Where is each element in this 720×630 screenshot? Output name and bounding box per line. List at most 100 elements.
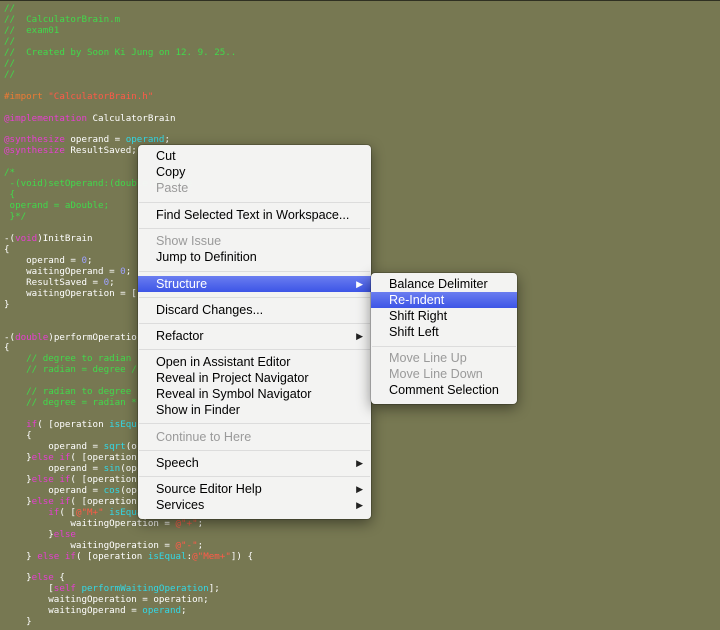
code-token: @"M+" <box>75 506 104 518</box>
code-token: ( [operation <box>70 473 137 485</box>
code-line[interactable]: operand = 0; <box>4 255 92 266</box>
submenu-item-re-indent[interactable]: Re-Indent <box>371 292 517 308</box>
menu-item-reveal-project-navigator[interactable]: Reveal in Project Navigator <box>138 370 371 386</box>
menu-item-show-in-finder[interactable]: Show in Finder <box>138 402 371 418</box>
code-line[interactable]: // degree = radian * <box>4 397 137 408</box>
code-token: // exam01 <box>4 24 60 36</box>
code-line[interactable]: }else if( [operation <box>4 496 137 507</box>
code-token: waitingOperation = <box>4 517 176 529</box>
code-token: waitingOperation = [ <box>4 287 137 299</box>
code-token: } <box>4 298 10 310</box>
code-token: ResultSaved; <box>64 145 137 157</box>
code-token: { <box>4 243 10 255</box>
code-line[interactable]: waitingOperand = 0; <box>4 266 131 277</box>
menu-separator <box>139 323 370 324</box>
code-token: if <box>26 419 38 431</box>
code-token: @synthesize <box>4 145 65 157</box>
code-line[interactable]: }else { <box>4 572 65 583</box>
code-line[interactable]: if( [operation isEqu <box>4 419 137 430</box>
code-line[interactable]: #import "CalculatorBrain.h" <box>4 91 153 102</box>
code-line[interactable]: // <box>4 58 15 69</box>
code-token: ( [ <box>59 506 76 518</box>
code-line[interactable]: operand = aDouble; <box>4 200 110 211</box>
menu-item-label: Copy <box>156 165 186 179</box>
menu-separator <box>139 423 370 424</box>
menu-item-label: Shift Left <box>389 325 439 339</box>
code-line[interactable]: /* <box>4 167 15 178</box>
submenu-item-comment-selection[interactable]: Comment Selection <box>371 382 517 398</box>
code-line[interactable]: } <box>4 616 32 627</box>
code-line[interactable]: }*/ <box>4 211 27 222</box>
code-line[interactable]: @synthesize operand = operand; <box>4 134 170 145</box>
code-line[interactable]: waitingOperation = @"+"; <box>4 518 203 529</box>
code-line[interactable]: // exam01 <box>4 25 59 36</box>
menu-item-label: Open in Assistant Editor <box>156 355 291 369</box>
menu-item-refactor[interactable]: Refactor ▶ <box>138 328 371 344</box>
menu-item-label: Move Line Down <box>389 367 483 381</box>
code-line[interactable]: @implementation CalculatorBrain <box>4 113 176 124</box>
code-token: // Created by Soon Ki Jung on 12. 9. 25.… <box>4 46 237 58</box>
menu-item-copy[interactable]: Copy <box>138 164 371 180</box>
code-line[interactable]: if( [@"M+" isEqua <box>4 507 142 518</box>
code-line[interactable]: // radian = degree / <box>4 364 137 375</box>
code-line[interactable]: { <box>4 430 32 441</box>
menu-item-discard-changes[interactable]: Discard Changes... <box>138 302 371 318</box>
submenu-item-balance-delimiter[interactable]: Balance Delimiter <box>371 276 517 292</box>
menu-item-find-selected-text[interactable]: Find Selected Text in Workspace... <box>138 207 371 223</box>
code-line[interactable]: }else if( [operation <box>4 452 137 463</box>
code-token: operand = <box>4 462 104 474</box>
code-line[interactable]: -(void)InitBrain <box>4 233 93 244</box>
code-line[interactable]: { <box>4 244 10 255</box>
code-token: performWaitingOperation <box>81 583 209 595</box>
code-line[interactable]: waitingOperand = operand; <box>4 605 186 616</box>
menu-item-jump-to-definition[interactable]: Jump to Definition <box>138 249 371 265</box>
code-line[interactable]: }else <box>4 529 76 540</box>
code-line[interactable]: { <box>4 342 10 353</box>
code-line[interactable]: operand = sqrt(o <box>4 441 137 452</box>
code-line[interactable]: -(double)performOperatio <box>4 332 137 343</box>
code-token: void <box>15 232 38 244</box>
code-line[interactable]: } else if( [operation isEqual:@"Mem+"]) … <box>4 551 253 562</box>
code-line[interactable]: // CalculatorBrain.m <box>4 14 120 25</box>
code-line[interactable]: operand = cos(op <box>4 485 137 496</box>
code-line[interactable]: @synthesize ResultSaved; <box>4 145 137 156</box>
code-token: ; <box>197 517 204 529</box>
code-line[interactable]: // Created by Soon Ki Jung on 12. 9. 25.… <box>4 47 236 58</box>
code-line[interactable]: operand = sin(op <box>4 463 137 474</box>
code-token: operand = <box>64 134 126 146</box>
code-line[interactable]: waitingOperation = @"-"; <box>4 540 203 551</box>
code-line[interactable]: waitingOperation = operation; <box>4 594 208 605</box>
code-token: else <box>53 528 76 540</box>
code-token: operand = <box>4 441 104 452</box>
menu-item-paste: Paste <box>138 180 371 196</box>
code-token: )performOperatio <box>48 331 137 343</box>
menu-item-structure[interactable]: Structure ▶ <box>138 276 371 292</box>
menu-item-label: Refactor <box>156 329 204 343</box>
submenu-arrow-icon: ▶ <box>356 458 363 468</box>
code-token: sin <box>103 462 121 474</box>
menu-item-cut[interactable]: Cut <box>138 148 371 164</box>
submenu-item-shift-right[interactable]: Shift Right <box>371 308 517 324</box>
code-line[interactable]: // <box>4 36 15 47</box>
code-line[interactable]: // degree to radian <box>4 353 131 364</box>
code-token: // <box>4 35 16 47</box>
submenu-item-shift-left[interactable]: Shift Left <box>371 324 517 340</box>
menu-item-source-editor-help[interactable]: Source Editor Help ▶ <box>138 481 371 497</box>
code-line[interactable]: ResultSaved = 0; <box>4 277 115 288</box>
code-line[interactable]: // <box>4 69 15 80</box>
menu-item-speech[interactable]: Speech ▶ <box>138 455 371 471</box>
code-line[interactable]: // <box>4 3 15 14</box>
code-line[interactable]: }else if( [operation <box>4 474 137 485</box>
code-token: // radian = degree / <box>4 364 137 376</box>
menu-item-open-assistant-editor[interactable]: Open in Assistant Editor <box>138 354 371 370</box>
code-token: } <box>4 495 32 507</box>
code-line[interactable]: waitingOperation = [ <box>4 288 137 299</box>
menu-item-reveal-symbol-navigator[interactable]: Reveal in Symbol Navigator <box>138 386 371 402</box>
menu-item-services[interactable]: Services ▶ <box>138 497 371 513</box>
code-line[interactable]: [self performWaitingOperation]; <box>4 583 220 594</box>
code-line[interactable]: { <box>4 189 16 200</box>
code-line[interactable]: } <box>4 299 10 310</box>
code-line[interactable]: // radian to degree <box>4 386 131 397</box>
menu-item-label: Paste <box>156 181 189 195</box>
